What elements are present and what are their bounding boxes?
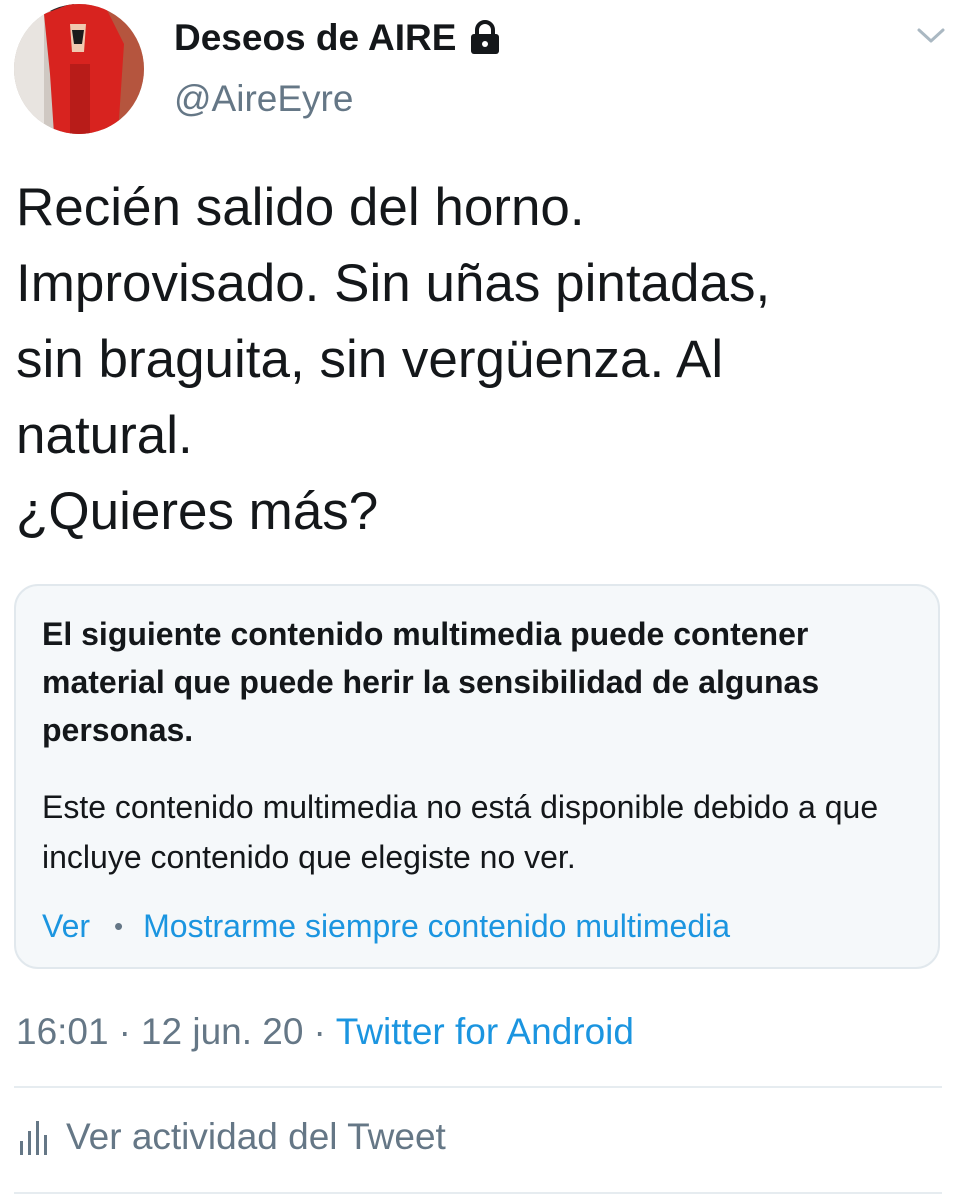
- tweet-header: Deseos de AIRE @AireEyre: [0, 0, 972, 150]
- divider: [14, 1192, 942, 1194]
- avatar[interactable]: [14, 4, 144, 134]
- meta-separator: ·: [118, 1011, 131, 1052]
- lock-icon: [468, 20, 502, 56]
- tweet-text: Recién salido del horno. Improvisado. Si…: [16, 178, 771, 541]
- dot-separator: •: [114, 911, 124, 941]
- tweet-date: 12 jun. 20: [140, 1011, 304, 1052]
- divider: [14, 1086, 942, 1088]
- tweet-time: 16:01: [16, 1011, 109, 1052]
- bar-chart-icon: [18, 1117, 50, 1157]
- display-name[interactable]: Deseos de AIRE: [174, 17, 456, 59]
- chevron-down-icon[interactable]: [916, 26, 946, 46]
- always-show-media-link[interactable]: Mostrarme siempre contenido multimedia: [143, 902, 730, 950]
- sensitive-warning-title: El siguiente contenido multimedia puede …: [42, 616, 820, 748]
- tweet-activity-button[interactable]: Ver actividad del Tweet: [18, 1116, 446, 1158]
- sensitive-warning-body: Este contenido multimedia no está dispon…: [42, 789, 879, 875]
- name-row: Deseos de AIRE: [174, 14, 502, 62]
- tweet-source-link[interactable]: Twitter for Android: [336, 1006, 634, 1058]
- view-media-link[interactable]: Ver: [42, 902, 90, 950]
- avatar-photo: [14, 4, 144, 134]
- tweet-meta: 16:01 · 12 jun. 20 · Twitter for Android: [16, 1006, 634, 1058]
- user-handle[interactable]: @AireEyre: [174, 78, 353, 120]
- meta-separator: ·: [313, 1011, 326, 1052]
- sensitive-media-card: El siguiente contenido multimedia puede …: [14, 584, 940, 969]
- sensitive-media-actions: Ver • Mostrarme siempre contenido multim…: [42, 902, 730, 950]
- tweet-activity-label: Ver actividad del Tweet: [66, 1116, 446, 1157]
